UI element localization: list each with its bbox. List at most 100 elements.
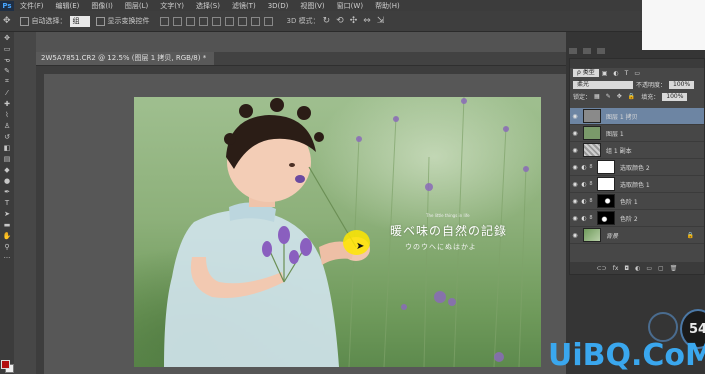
crop-icon[interactable]: ⌗ — [0, 76, 14, 87]
filter-type-icon[interactable]: T — [625, 70, 629, 77]
3d-rotate-icon[interactable]: ↻ — [323, 16, 331, 26]
filter-pixel-icon[interactable]: ▣ — [602, 70, 608, 77]
chain-link-icon[interactable]: 8 — [588, 198, 594, 204]
chain-link-icon[interactable]: 8 — [588, 215, 594, 221]
visibility-eye-icon[interactable]: ◉ — [570, 147, 580, 154]
move-tool-icon[interactable]: ✥ — [3, 16, 11, 26]
fill-input[interactable]: 100% — [662, 92, 688, 101]
history-brush-icon[interactable]: ↺ — [0, 131, 14, 142]
menu-help[interactable]: 帮助(H) — [375, 1, 400, 11]
move-icon[interactable]: ✥ — [0, 32, 14, 43]
menu-image[interactable]: 图像(I) — [91, 1, 113, 11]
layer-row[interactable]: ◉ 背景 🔒 — [570, 227, 704, 244]
panel-tab-icon[interactable] — [597, 48, 605, 54]
layer-row[interactable]: ◉ ◐ 8 色阶 1 — [570, 193, 704, 210]
layer-name: 背景 — [606, 232, 619, 240]
layer-row[interactable]: ◉ ◐ 8 选取颜色 1 — [570, 176, 704, 193]
menu-select[interactable]: 选择(S) — [196, 1, 220, 11]
eyedropper-icon[interactable]: ⁄ — [0, 87, 14, 98]
chain-link-icon[interactable]: 8 — [588, 181, 594, 187]
path-select-icon[interactable]: ➤ — [0, 208, 14, 219]
3d-scale-icon[interactable]: ⇲ — [377, 16, 385, 26]
menu-type[interactable]: 文字(Y) — [160, 1, 184, 11]
lock-position-icon[interactable]: ✥ — [617, 93, 622, 100]
new-adjustment-icon[interactable]: ◐ — [635, 265, 640, 272]
visibility-eye-icon[interactable]: ◉ — [570, 232, 580, 239]
collapsed-panel-strip — [14, 32, 36, 374]
align-right-icon[interactable] — [224, 16, 234, 26]
filter-adjust-icon[interactable]: ◐ — [613, 70, 618, 77]
auto-select-checkbox[interactable] — [19, 16, 29, 26]
layer-filter-dropdown[interactable]: ρ 类型 — [573, 69, 599, 77]
gradient-icon[interactable]: ▤ — [0, 153, 14, 164]
3d-roll-icon[interactable]: ⟲ — [336, 16, 344, 26]
menu-view[interactable]: 视图(V) — [300, 1, 324, 11]
quick-select-icon[interactable]: ✎ — [0, 65, 14, 76]
layer-row[interactable]: ◉ ◐ 8 选取颜色 2 — [570, 159, 704, 176]
lock-pixels-icon[interactable]: ▦ — [594, 93, 600, 100]
distribute-top-icon[interactable] — [237, 16, 247, 26]
visibility-eye-icon[interactable]: ◉ — [570, 181, 580, 188]
align-top-icon[interactable] — [159, 16, 169, 26]
shape-icon[interactable]: ▬ — [0, 219, 14, 230]
auto-select-dropdown[interactable]: 组 — [69, 15, 90, 27]
lasso-icon[interactable]: ᓀ — [0, 54, 14, 65]
new-group-icon[interactable]: ▭ — [646, 265, 652, 272]
add-mask-icon[interactable]: ◘ — [624, 265, 629, 272]
lock-all-icon[interactable]: 🔒 — [628, 93, 635, 100]
3d-pan-icon[interactable]: ✣ — [350, 16, 358, 26]
hand-icon[interactable]: ✋ — [0, 230, 14, 241]
menu-file[interactable]: 文件(F) — [20, 1, 44, 11]
menu-layer[interactable]: 图层(L) — [125, 1, 148, 11]
align-hcenter-icon[interactable] — [211, 16, 221, 26]
link-layers-icon[interactable]: ⊂⊃ — [597, 265, 607, 272]
align-vcenter-icon[interactable] — [172, 16, 182, 26]
more-tools-icon[interactable]: ··· — [0, 252, 14, 263]
clone-stamp-icon[interactable]: ♙ — [0, 120, 14, 131]
foreground-color-swatch[interactable] — [1, 360, 10, 369]
layer-row[interactable]: ◉ 图层 1 拷贝 — [570, 108, 704, 125]
layer-row[interactable]: ◉ 图层 1 — [570, 125, 704, 142]
visibility-eye-icon[interactable]: ◉ — [570, 130, 580, 137]
eraser-icon[interactable]: ◧ — [0, 142, 14, 153]
new-layer-icon[interactable]: ▢ — [658, 265, 664, 272]
healing-brush-icon[interactable]: ✚ — [0, 98, 14, 109]
blur-icon[interactable]: ◆ — [0, 164, 14, 175]
show-transform-checkbox[interactable] — [95, 16, 105, 26]
visibility-eye-icon[interactable]: ◉ — [570, 215, 580, 222]
trash-icon[interactable]: 🗑 — [670, 265, 678, 272]
visibility-eye-icon[interactable]: ◉ — [570, 198, 580, 205]
pen-icon[interactable]: ✒ — [0, 186, 14, 197]
panel-tab-icon[interactable] — [583, 48, 591, 54]
adjustment-layer-icon: ◐ — [581, 163, 587, 171]
zoom-icon[interactable]: ⚲ — [0, 241, 14, 252]
menu-filter[interactable]: 滤镜(T) — [232, 1, 256, 11]
layer-row[interactable]: ◉ ◐ 8 色阶 2 — [570, 210, 704, 227]
3d-slide-icon[interactable]: ⇔ — [363, 16, 371, 26]
align-bottom-icon[interactable] — [185, 16, 195, 26]
marquee-icon[interactable]: ▭ — [0, 43, 14, 54]
visibility-eye-icon[interactable]: ◉ — [570, 164, 580, 171]
dodge-icon[interactable]: ● — [0, 175, 14, 186]
tools-panel: ✥ ▭ ᓀ ✎ ⌗ ⁄ ✚ ⌇ ♙ ↺ ◧ ▤ ◆ ● ✒ T ➤ ▬ ✋ ⚲ … — [0, 32, 15, 374]
opacity-input[interactable]: 100% — [669, 80, 695, 89]
menu-window[interactable]: 窗口(W) — [337, 1, 363, 11]
brush-icon[interactable]: ⌇ — [0, 109, 14, 120]
distribute-bottom-icon[interactable] — [263, 16, 273, 26]
document-tab[interactable]: 2W5A7851.CR2 @ 12.5% (图层 1 拷贝, RGB/8) * — [36, 52, 215, 65]
chain-link-icon[interactable]: 8 — [588, 164, 594, 170]
type-icon[interactable]: T — [0, 197, 14, 208]
menu-3d[interactable]: 3D(D) — [268, 2, 289, 10]
lock-paint-icon[interactable]: ✎ — [606, 93, 611, 100]
layer-row[interactable]: ◉ 组 1 副本 — [570, 142, 704, 159]
panel-tab-icon[interactable] — [569, 48, 577, 54]
align-left-icon[interactable] — [198, 16, 208, 26]
blend-mode-dropdown[interactable]: 柔光 — [573, 80, 633, 89]
visibility-eye-icon[interactable]: ◉ — [570, 113, 580, 120]
menu-edit[interactable]: 编辑(E) — [56, 1, 80, 11]
photo-canvas[interactable]: The little things in life 暖ベ味の自然の記錄 ウのウへ… — [134, 97, 541, 367]
overlay-white-box — [642, 0, 705, 50]
filter-shape-icon[interactable]: ▭ — [634, 70, 640, 77]
fx-icon[interactable]: fx — [613, 265, 619, 272]
distribute-vcenter-icon[interactable] — [250, 16, 260, 26]
